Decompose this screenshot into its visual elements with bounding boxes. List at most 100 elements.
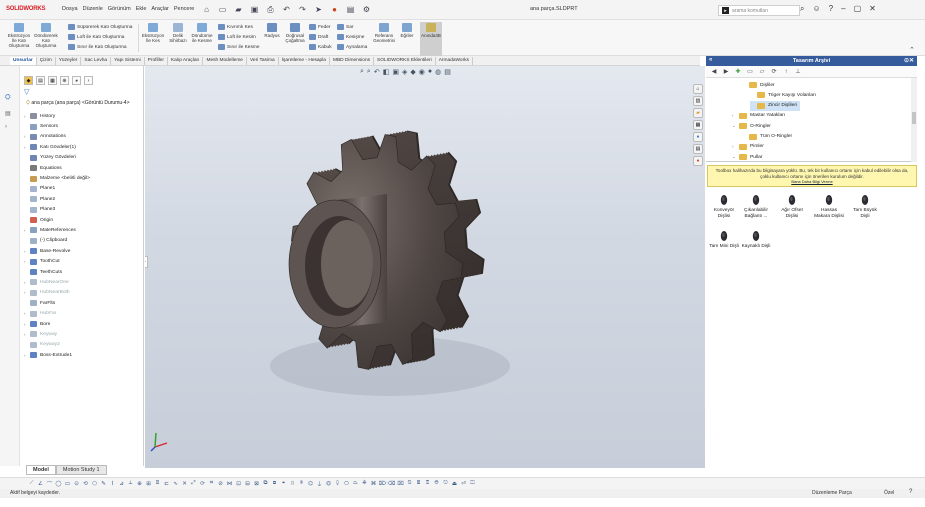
tree-node[interactable]: › History bbox=[24, 111, 90, 121]
search-icon[interactable]: ⌕ bbox=[800, 4, 804, 14]
library-item[interactable]: Çıkarılabilir Bağlantı ... bbox=[740, 194, 772, 220]
tab-armadaworks[interactable]: ArmadaWorks bbox=[436, 56, 473, 65]
solidworks-forum-icon[interactable]: ● bbox=[693, 156, 703, 166]
extrude-cut-button[interactable]: Ekstrüzyon İle Kes bbox=[142, 23, 164, 43]
tab-surfaces[interactable]: Yüzeyler bbox=[56, 56, 82, 65]
design-library-scrollbar[interactable] bbox=[911, 78, 917, 162]
library-tree-node[interactable]: ⌄ Pullar bbox=[732, 152, 763, 161]
status-units[interactable]: Özel bbox=[884, 490, 894, 496]
tab-mesh-modeling[interactable]: Mesh Modelleme bbox=[203, 56, 247, 65]
up-level-icon[interactable]: ↑ bbox=[782, 68, 790, 76]
close-icon[interactable]: ✕ bbox=[869, 4, 876, 14]
sketch-tool-icon[interactable]: ⊟ bbox=[244, 480, 251, 487]
print-icon[interactable]: ⎙ bbox=[264, 3, 277, 16]
sketch-tool-icon[interactable]: ⏏ bbox=[451, 480, 458, 487]
sketch-tool-icon[interactable]: ⌬ bbox=[307, 480, 314, 487]
sketch-tool-icon[interactable]: ⏣ bbox=[325, 480, 332, 487]
tree-node[interactable]: TeethCuts bbox=[24, 267, 90, 277]
configuration-tab-icon[interactable]: ▦ bbox=[48, 76, 57, 85]
library-tree-node[interactable]: Dişliler bbox=[742, 80, 775, 90]
new-document-icon[interactable]: ▭ bbox=[216, 3, 229, 16]
library-item[interactable]: Hassas Makara Dişlisi bbox=[813, 194, 845, 220]
library-tree-node[interactable]: ⌄ O-Ringler bbox=[732, 121, 771, 131]
sketch-tool-icon[interactable]: ⌑ bbox=[289, 480, 296, 487]
tab-data-migration[interactable]: Veri Tasima bbox=[247, 56, 279, 65]
sketch-tool-icon[interactable]: ⌖ bbox=[280, 480, 287, 487]
sketch-tool-icon[interactable]: ⌘ bbox=[370, 480, 377, 487]
sprocket-model[interactable] bbox=[145, 66, 705, 468]
tree-node[interactable]: FarFlts bbox=[24, 298, 90, 308]
custom-properties-icon[interactable]: ▤ bbox=[693, 144, 703, 154]
sketch-tool-icon[interactable]: ⋈ bbox=[226, 480, 233, 487]
sketch-tool-icon[interactable]: ∿ bbox=[172, 480, 179, 487]
status-help-icon[interactable]: ? bbox=[909, 489, 912, 495]
save-icon[interactable]: ▣ bbox=[248, 3, 261, 16]
panel-collapse-handle[interactable]: › bbox=[145, 256, 148, 268]
dimxpert-tab-icon[interactable]: ⊕ bbox=[60, 76, 69, 85]
tree-node[interactable]: › HubNearOne bbox=[24, 277, 90, 287]
tree-node[interactable]: Plane3 bbox=[24, 205, 90, 215]
solidworks-resources-icon[interactable]: ⌂ bbox=[693, 84, 703, 94]
reference-geometry-button[interactable]: Referans Geometrisi bbox=[372, 23, 396, 43]
tab-profiles[interactable]: Profiller bbox=[145, 56, 168, 65]
tab-sketch[interactable]: Çizim bbox=[37, 56, 56, 65]
sketch-tool-icon[interactable]: ⊙ bbox=[73, 480, 80, 487]
redo-icon[interactable]: ↷ bbox=[296, 3, 309, 16]
curves-button[interactable]: Eğriler bbox=[398, 23, 416, 38]
library-item[interactable]: Konveyör Dişlisi bbox=[708, 194, 740, 220]
sketch-tool-icon[interactable]: ⍜ bbox=[334, 480, 341, 487]
sketch-tool-icon[interactable]: ⟂ bbox=[127, 480, 134, 487]
tree-node[interactable]: › Keyway bbox=[24, 329, 90, 339]
library-item[interactable]: Tam Mini Dişli bbox=[708, 230, 740, 250]
ribbon-collapse-icon[interactable]: ⌃ bbox=[909, 46, 915, 54]
expand-arrow-icon[interactable]: ⌄ bbox=[732, 154, 739, 160]
sketch-tool-icon[interactable]: ⍯ bbox=[415, 480, 422, 487]
menu-window[interactable]: Pencere bbox=[174, 6, 195, 12]
sketch-tool-icon[interactable]: ⏢ bbox=[352, 480, 359, 487]
sketch-tool-icon[interactable]: ⏍ bbox=[469, 480, 476, 487]
tree-node[interactable]: › Annotations bbox=[24, 132, 90, 142]
sketch-tool-icon[interactable]: ⌫ bbox=[388, 480, 396, 487]
rail-expand-icon[interactable]: › bbox=[5, 124, 7, 130]
loft-cut-button[interactable]: Loft ile Kesim bbox=[218, 34, 256, 40]
intersect-button[interactable]: Kesişme bbox=[337, 34, 364, 40]
tab-sheet-metal[interactable]: Sac Levha bbox=[81, 56, 112, 65]
forward-icon[interactable]: ▶ bbox=[722, 68, 730, 76]
boundary-boss-button[interactable]: Sınır ile Katı Oluşturma bbox=[68, 44, 127, 50]
file-properties-icon[interactable]: ▤ bbox=[344, 3, 357, 16]
feature-tree-root[interactable]: ⛭ ana parça (ana parça) <Görüntü Durumu-… bbox=[26, 100, 130, 106]
menu-insert[interactable]: Ekle bbox=[136, 6, 147, 12]
tab-solidworks-addins[interactable]: SOLIDWORKS Eklentileri bbox=[374, 56, 436, 65]
display-manager-tab-icon[interactable]: ◕ bbox=[72, 76, 81, 85]
sketch-tool-icon[interactable]: ⌸ bbox=[154, 480, 161, 487]
library-tree-node[interactable]: Tüm O-Ringler bbox=[742, 132, 792, 142]
library-tree-node[interactable]: Zincir Dişlileri bbox=[750, 100, 801, 111]
help-icon[interactable]: ? bbox=[829, 4, 833, 14]
search-input[interactable]: ▸ arama komutları bbox=[718, 5, 800, 16]
property-manager-tab-icon[interactable]: ▤ bbox=[36, 76, 45, 85]
swept-boss-button[interactable]: Süpürerek Katı Oluşturma bbox=[68, 24, 132, 30]
sketch-tool-icon[interactable]: ⏎ bbox=[460, 480, 467, 487]
filter-icon[interactable]: ▽ bbox=[24, 88, 29, 96]
sketch-tool-icon[interactable]: ⊞ bbox=[145, 480, 152, 487]
tab-features[interactable]: Unsurlar bbox=[10, 56, 37, 65]
tab-structure-system[interactable]: Yapı Sistemi bbox=[111, 56, 145, 65]
restore-icon[interactable]: ▢ bbox=[854, 4, 862, 14]
sketch-tool-icon[interactable]: ⊘ bbox=[217, 480, 224, 487]
sketch-tool-icon[interactable]: ⌗ bbox=[208, 480, 215, 487]
scrollbar-thumb[interactable] bbox=[912, 112, 916, 124]
mirror-button[interactable]: Aynalama bbox=[337, 44, 367, 50]
sketch-tool-icon[interactable]: ⊏ bbox=[163, 480, 170, 487]
user-icon[interactable]: ☺ bbox=[812, 4, 820, 14]
linear-pattern-button[interactable]: Doğrusal Çoğaltma bbox=[284, 23, 306, 43]
tree-node[interactable]: Equations bbox=[24, 163, 90, 173]
sketch-tool-icon[interactable]: ✕ bbox=[181, 480, 188, 487]
tree-node[interactable]: Yüzey Gövdeleri bbox=[24, 153, 90, 163]
tree-node[interactable]: (-) Clipboard bbox=[24, 236, 90, 246]
tab-mbd-dimensions[interactable]: MBD Dimensions bbox=[330, 56, 375, 65]
sketch-tool-icon[interactable]: ✎ bbox=[100, 480, 107, 487]
boundary-cut-button[interactable]: Sınır ile Kesme bbox=[218, 44, 260, 50]
sketch-tool-icon[interactable]: ⎊ bbox=[433, 480, 440, 487]
feature-tree-tab-icon[interactable]: ◆ bbox=[24, 76, 33, 85]
sketch-tool-icon[interactable]: ⊠ bbox=[253, 480, 260, 487]
